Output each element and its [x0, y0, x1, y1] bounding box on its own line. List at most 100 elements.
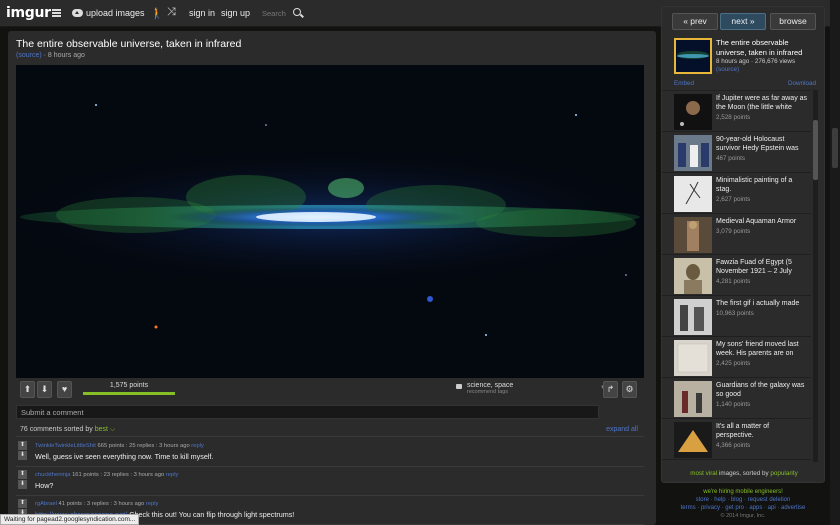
sort-order-link[interactable]: popularity	[770, 470, 797, 477]
favorite-button[interactable]: ♥	[57, 381, 72, 398]
comment-item: ⬆ ⬇ chucktheninja 161 points : 23 replie…	[16, 468, 644, 496]
gallery-item-title: Guardians of the galaxy was so good	[716, 382, 805, 399]
gallery-item-title: 90-year-old Holocaust survivor Hedy Epst…	[716, 136, 799, 153]
random-walk-icon[interactable]: 🚶	[150, 7, 164, 20]
gallery-thumbnail	[674, 135, 712, 171]
gallery-item[interactable]: My sons' friend moved last week. His par…	[662, 337, 811, 378]
comment-downvote-icon[interactable]: ⬇	[18, 451, 27, 460]
comments-count: 76 comments sorted by best ⌵	[20, 426, 115, 434]
gallery-item[interactable]: It's all a matter of perspective. 4,366 …	[662, 419, 811, 460]
gallery-item-title: The first gif i actually made	[716, 300, 800, 307]
gallery-item-points: 4,366 points	[716, 442, 751, 449]
footer-links-2[interactable]: terms · privacy · get pro · apps · api ·…	[661, 505, 825, 511]
comments-sort-bar: 76 comments sorted by best ⌵ expand all	[16, 423, 644, 437]
comment-reply-link[interactable]: reply	[166, 472, 179, 478]
sidebar-footer-text: images, sorted by	[717, 470, 771, 477]
tags[interactable]: science, space recommend tags	[456, 382, 514, 395]
page-scrollbar[interactable]	[830, 0, 840, 525]
embed-link[interactable]: Embed	[674, 80, 694, 87]
download-link[interactable]: Download	[788, 80, 816, 87]
gallery-item[interactable]: The first gif i actually made 10,963 poi…	[662, 296, 811, 337]
sign-in-link[interactable]: sign in	[189, 8, 215, 18]
post-title: The entire observable universe, taken in…	[16, 38, 242, 50]
comment-reply-link[interactable]: reply	[191, 443, 204, 449]
hiring-link[interactable]: we're hiring mobile engineers!	[661, 489, 825, 495]
current-thumbnail[interactable]	[674, 38, 712, 74]
source-link[interactable]: (source)	[16, 52, 42, 59]
current-source-link[interactable]: (source)	[716, 66, 739, 73]
gallery-item[interactable]: Fawzia Fuad of Egypt (5 November 1921 – …	[662, 255, 811, 296]
sort-dropdown[interactable]: best	[95, 426, 108, 433]
gallery-item[interactable]: 90-year-old Holocaust survivor Hedy Epst…	[662, 132, 811, 173]
sort-section-link[interactable]: most viral	[690, 470, 717, 477]
comment-upvote-icon[interactable]: ⬆	[18, 441, 27, 450]
browser-status-bar: Waiting for pagead2.googlesyndication.co…	[0, 514, 140, 525]
recommend-tags-link[interactable]: recommend tags	[467, 389, 513, 395]
current-title[interactable]: The entire observable universe, taken in…	[716, 38, 816, 57]
search-icon[interactable]	[293, 8, 301, 16]
submit-comment-field[interactable]	[16, 405, 599, 419]
main-panel: The entire observable universe, taken in…	[8, 31, 656, 525]
comments-count-label: 76 comments sorted by	[20, 426, 93, 433]
gallery-item-title: If Jupiter were as far away as the Moon …	[716, 95, 808, 112]
gallery-item[interactable]: Guardians of the galaxy was so good 1,14…	[662, 378, 811, 419]
gallery-thumbnail	[674, 340, 712, 376]
gallery-item-points: 2,425 points	[716, 360, 751, 367]
comment-meta: TwinkleTwinkleLittleShit 665 points : 25…	[35, 443, 204, 449]
sort-chevron-icon[interactable]: ⌵	[108, 426, 115, 433]
menu-icon[interactable]	[52, 9, 61, 17]
gallery-thumbnail	[674, 176, 712, 212]
comment-author[interactable]: chucktheninja	[35, 472, 70, 478]
comment-downvote-icon[interactable]: ⬇	[18, 480, 27, 489]
gallery-item-points: 3,079 points	[716, 228, 751, 235]
gallery-item-points: 467 points	[716, 155, 746, 162]
search-box	[262, 7, 306, 20]
expand-all-link[interactable]: expand all	[606, 426, 638, 433]
comment-author[interactable]: rgAbrael	[35, 501, 57, 507]
shuffle-icon[interactable]: ⤨	[167, 6, 176, 19]
comment-upvote-icon[interactable]: ⬆	[18, 499, 27, 508]
share-button[interactable]: ↱	[603, 381, 618, 398]
comment-reply-link[interactable]: reply	[146, 501, 159, 507]
gallery-item[interactable]: If Jupiter were as far away as the Moon …	[662, 91, 811, 132]
gallery-item[interactable]: Minimalistic painting of a stag. 2,627 p…	[662, 173, 811, 214]
points-bar	[83, 392, 175, 395]
comment-author[interactable]: TwinkleTwinkleLittleShit	[35, 443, 96, 449]
next-button[interactable]: next »	[720, 13, 766, 30]
comment-upvote-icon[interactable]: ⬆	[18, 470, 27, 479]
comment-stats: 161 points : 23 replies : 3 hours ago	[70, 472, 166, 478]
tags-label: science, space	[467, 382, 514, 389]
gallery-item-title: It's all a matter of perspective.	[716, 423, 770, 440]
downvote-button[interactable]: ⬇	[37, 381, 52, 398]
points-bar-fill	[83, 392, 175, 395]
imgur-logo[interactable]: imgur	[6, 5, 51, 21]
upload-images-link[interactable]: upload images	[72, 8, 145, 18]
sidebar-scrollbar[interactable]	[813, 90, 818, 462]
gallery-item-points: 4,281 points	[716, 278, 751, 285]
post-meta: (source) · 8 hours ago	[16, 52, 85, 59]
gallery-thumbnail	[674, 258, 712, 294]
gear-icon[interactable]: ⚙	[622, 381, 637, 398]
points-label: 1,575 points	[109, 382, 149, 389]
comment-text: How?	[35, 481, 54, 490]
comment-item: ⬆ ⬇ TwinkleTwinkleLittleShit 665 points …	[16, 439, 644, 467]
gallery-item-points: 1,140 points	[716, 401, 751, 408]
browse-button[interactable]: browse	[770, 13, 816, 30]
search-input[interactable]	[262, 7, 292, 19]
gallery-item-points: 10,963 points	[716, 310, 754, 317]
gallery-item[interactable]: Medieval Aquaman Armor 3,079 points	[662, 214, 811, 255]
prev-button[interactable]: « prev	[672, 13, 718, 30]
gallery-item-title: Minimalistic painting of a stag.	[716, 177, 793, 194]
gallery-thumbnail	[674, 422, 712, 458]
upvote-button[interactable]: ⬆	[20, 381, 35, 398]
gallery-item-points: 2,627 points	[716, 196, 751, 203]
post-controls: ⬆ ⬇ ♥ 1,575 points science, space recomm…	[16, 381, 644, 401]
footer-links-1[interactable]: store · help · blog · request deletion	[661, 497, 825, 503]
gallery-item-title: My sons' friend moved last week. His par…	[716, 341, 799, 358]
post-image[interactable]	[16, 65, 644, 378]
tag-icon	[456, 384, 462, 389]
gallery-item-points: 2,528 points	[716, 114, 751, 121]
gallery-thumbnail	[674, 94, 712, 130]
sign-up-link[interactable]: sign up	[221, 8, 250, 18]
gallery-list: If Jupiter were as far away as the Moon …	[662, 90, 811, 462]
